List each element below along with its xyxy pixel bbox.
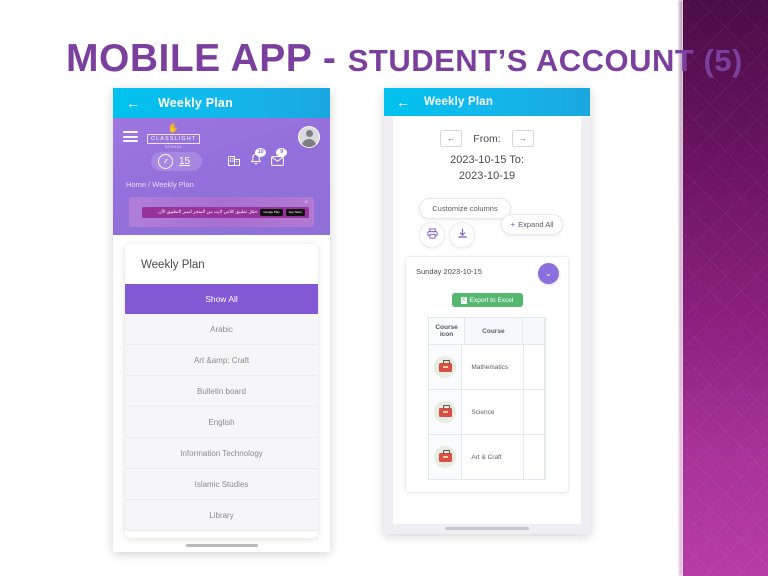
phone-screenshot-left: ← Weekly Plan ✋ CLASSLIGHT SCHOOL 15 10 …: [113, 88, 330, 552]
day-label: Sunday 2023-10-15: [416, 267, 482, 276]
back-arrow-icon[interactable]: ←: [396, 95, 410, 109]
printer-icon: [426, 226, 438, 244]
course-icon-cell: [429, 389, 463, 434]
next-week-button[interactable]: →: [511, 130, 534, 147]
breadcrumb: Home / Weekly Plan: [126, 180, 194, 189]
back-arrow-icon[interactable]: ←: [126, 96, 140, 110]
briefcase-icon: [434, 356, 457, 378]
list-item-information-technology[interactable]: Information Technology: [125, 438, 318, 469]
date-navigation: ← From: →: [393, 116, 581, 147]
mail-icon[interactable]: 9: [271, 147, 288, 171]
print-button[interactable]: [419, 222, 445, 248]
table-row[interactable]: Mathematics: [429, 344, 545, 389]
course-name-cell: Science: [462, 389, 525, 434]
slide-band-edge: [679, 0, 683, 576]
table-row[interactable]: Science: [429, 389, 545, 434]
table-header-course: Course: [465, 317, 523, 344]
list-item-islamic-studies[interactable]: Islamic Studies: [125, 469, 318, 500]
from-label: From:: [473, 132, 501, 145]
speedometer-icon: [158, 154, 173, 169]
right-phone-sheet: ← From: → 2023-10-15 To: 2023-10-19 Cust…: [393, 116, 581, 524]
date-range-line-1: 2023-10-15 To:: [450, 154, 524, 166]
course-name-cell: Mathematics: [462, 344, 525, 389]
left-header-row-top: ✋ CLASSLIGHT SCHOOL: [123, 124, 320, 149]
expand-all-label: Expand All: [518, 220, 554, 229]
expand-all-button[interactable]: + Expand All: [501, 214, 563, 235]
brand-mark-icon: ✋: [167, 123, 180, 133]
slide-side-band: [683, 0, 768, 576]
promo-arabic-text: حمّل تطبيق كلاس لايت من المتجر لتميز الت…: [158, 209, 258, 214]
left-app-bar: ← Weekly Plan: [113, 88, 330, 118]
points-value: 15: [179, 156, 191, 167]
page-title: MOBILE APP - STUDENT’S ACCOUNT (5): [66, 37, 742, 82]
card-title: Weekly Plan: [141, 259, 205, 271]
export-to-excel-button[interactable]: X Export to Excel: [451, 293, 523, 307]
download-button[interactable]: [449, 222, 475, 248]
table-row[interactable]: Art & Craft: [429, 434, 545, 479]
left-purple-header: ✋ CLASSLIGHT SCHOOL 15 10 9 Home / Weekl…: [113, 118, 330, 235]
page-title-sub: STUDENT’S ACCOUNT (5): [347, 43, 743, 78]
avatar[interactable]: [298, 125, 320, 148]
plus-icon: +: [510, 220, 516, 229]
subject-list: Show All Arabic Art &amp; Craft Bulletin…: [125, 284, 318, 531]
bell-badge: 10: [255, 147, 267, 157]
right-app-bar-title: Weekly Plan: [424, 96, 494, 108]
course-extra-cell: [524, 434, 545, 479]
brand-logo: ✋ CLASSLIGHT SCHOOL: [147, 123, 201, 149]
left-app-bar-title: Weekly Plan: [158, 96, 233, 110]
building-icon[interactable]: [228, 153, 241, 171]
brand-name: CLASSLIGHT: [147, 134, 201, 144]
excel-icon: X: [460, 296, 467, 304]
home-indicator-left: [185, 544, 258, 547]
hamburger-icon[interactable]: [123, 129, 138, 145]
course-extra-cell: [524, 344, 545, 389]
points-pill[interactable]: 15: [151, 152, 203, 171]
page-title-main: MOBILE APP -: [66, 37, 348, 80]
table-toolbar: Customize columns + Expand All: [393, 198, 581, 256]
promo-banner[interactable]: × حمّل تطبيق كلاس لايت من المتجر لتميز ا…: [129, 197, 314, 227]
list-item-art-craft[interactable]: Art &amp; Craft: [125, 345, 318, 376]
list-item-show-all[interactable]: Show All: [125, 284, 318, 314]
weekly-plan-card: Weekly Plan Show All Arabic Art &amp; Cr…: [125, 244, 318, 538]
table-header-row: Course icon Course: [429, 317, 545, 344]
left-header-row-bottom: 15 10 9: [123, 147, 320, 171]
courses-table: Course icon Course Mathematics Science A…: [428, 317, 546, 480]
right-phone-body: ← From: → 2023-10-15 To: 2023-10-19 Cust…: [384, 116, 590, 534]
prev-week-button[interactable]: ←: [440, 130, 463, 147]
export-to-excel-label: Export to Excel: [469, 296, 514, 304]
briefcase-icon: [434, 401, 457, 423]
course-extra-cell: [524, 389, 545, 434]
list-item-library[interactable]: Library: [125, 500, 318, 531]
briefcase-icon: [434, 446, 457, 468]
day-card: Sunday 2023-10-15 ⌄ X Export to Excel Co…: [405, 256, 569, 493]
promo-close-icon[interactable]: ×: [304, 200, 308, 206]
course-icon-cell: [429, 434, 463, 479]
list-item-english[interactable]: English: [125, 407, 318, 438]
bell-icon[interactable]: 10: [250, 147, 267, 171]
table-header-course-icon: Course icon: [429, 317, 466, 344]
phone-screenshot-right: ← Weekly Plan ← From: → 2023-10-15 To: 2…: [384, 88, 590, 534]
list-item-arabic[interactable]: Arabic: [125, 314, 318, 345]
mail-badge: 9: [276, 147, 288, 157]
google-play-badge[interactable]: Google Play: [260, 208, 283, 216]
chevron-down-icon[interactable]: ⌄: [538, 263, 559, 284]
table-header-extra: [522, 317, 545, 344]
promo-inner: حمّل تطبيق كلاس لايت من المتجر لتميز الت…: [142, 206, 309, 218]
horizontal-scrollbar[interactable]: [445, 527, 529, 530]
customize-columns-button[interactable]: Customize columns: [419, 198, 511, 219]
date-range-line-2: 2023-10-19: [458, 170, 516, 182]
app-store-badge[interactable]: App Store: [285, 208, 305, 216]
course-name-cell: Art & Craft: [462, 434, 525, 479]
header-icon-group: 10 9: [228, 147, 288, 171]
course-icon-cell: [429, 344, 463, 389]
download-icon: [457, 226, 468, 244]
right-app-bar: ← Weekly Plan: [384, 88, 590, 116]
list-item-bulletin-board[interactable]: Bulletin board: [125, 376, 318, 407]
brand-subtitle: SCHOOL: [164, 145, 183, 149]
